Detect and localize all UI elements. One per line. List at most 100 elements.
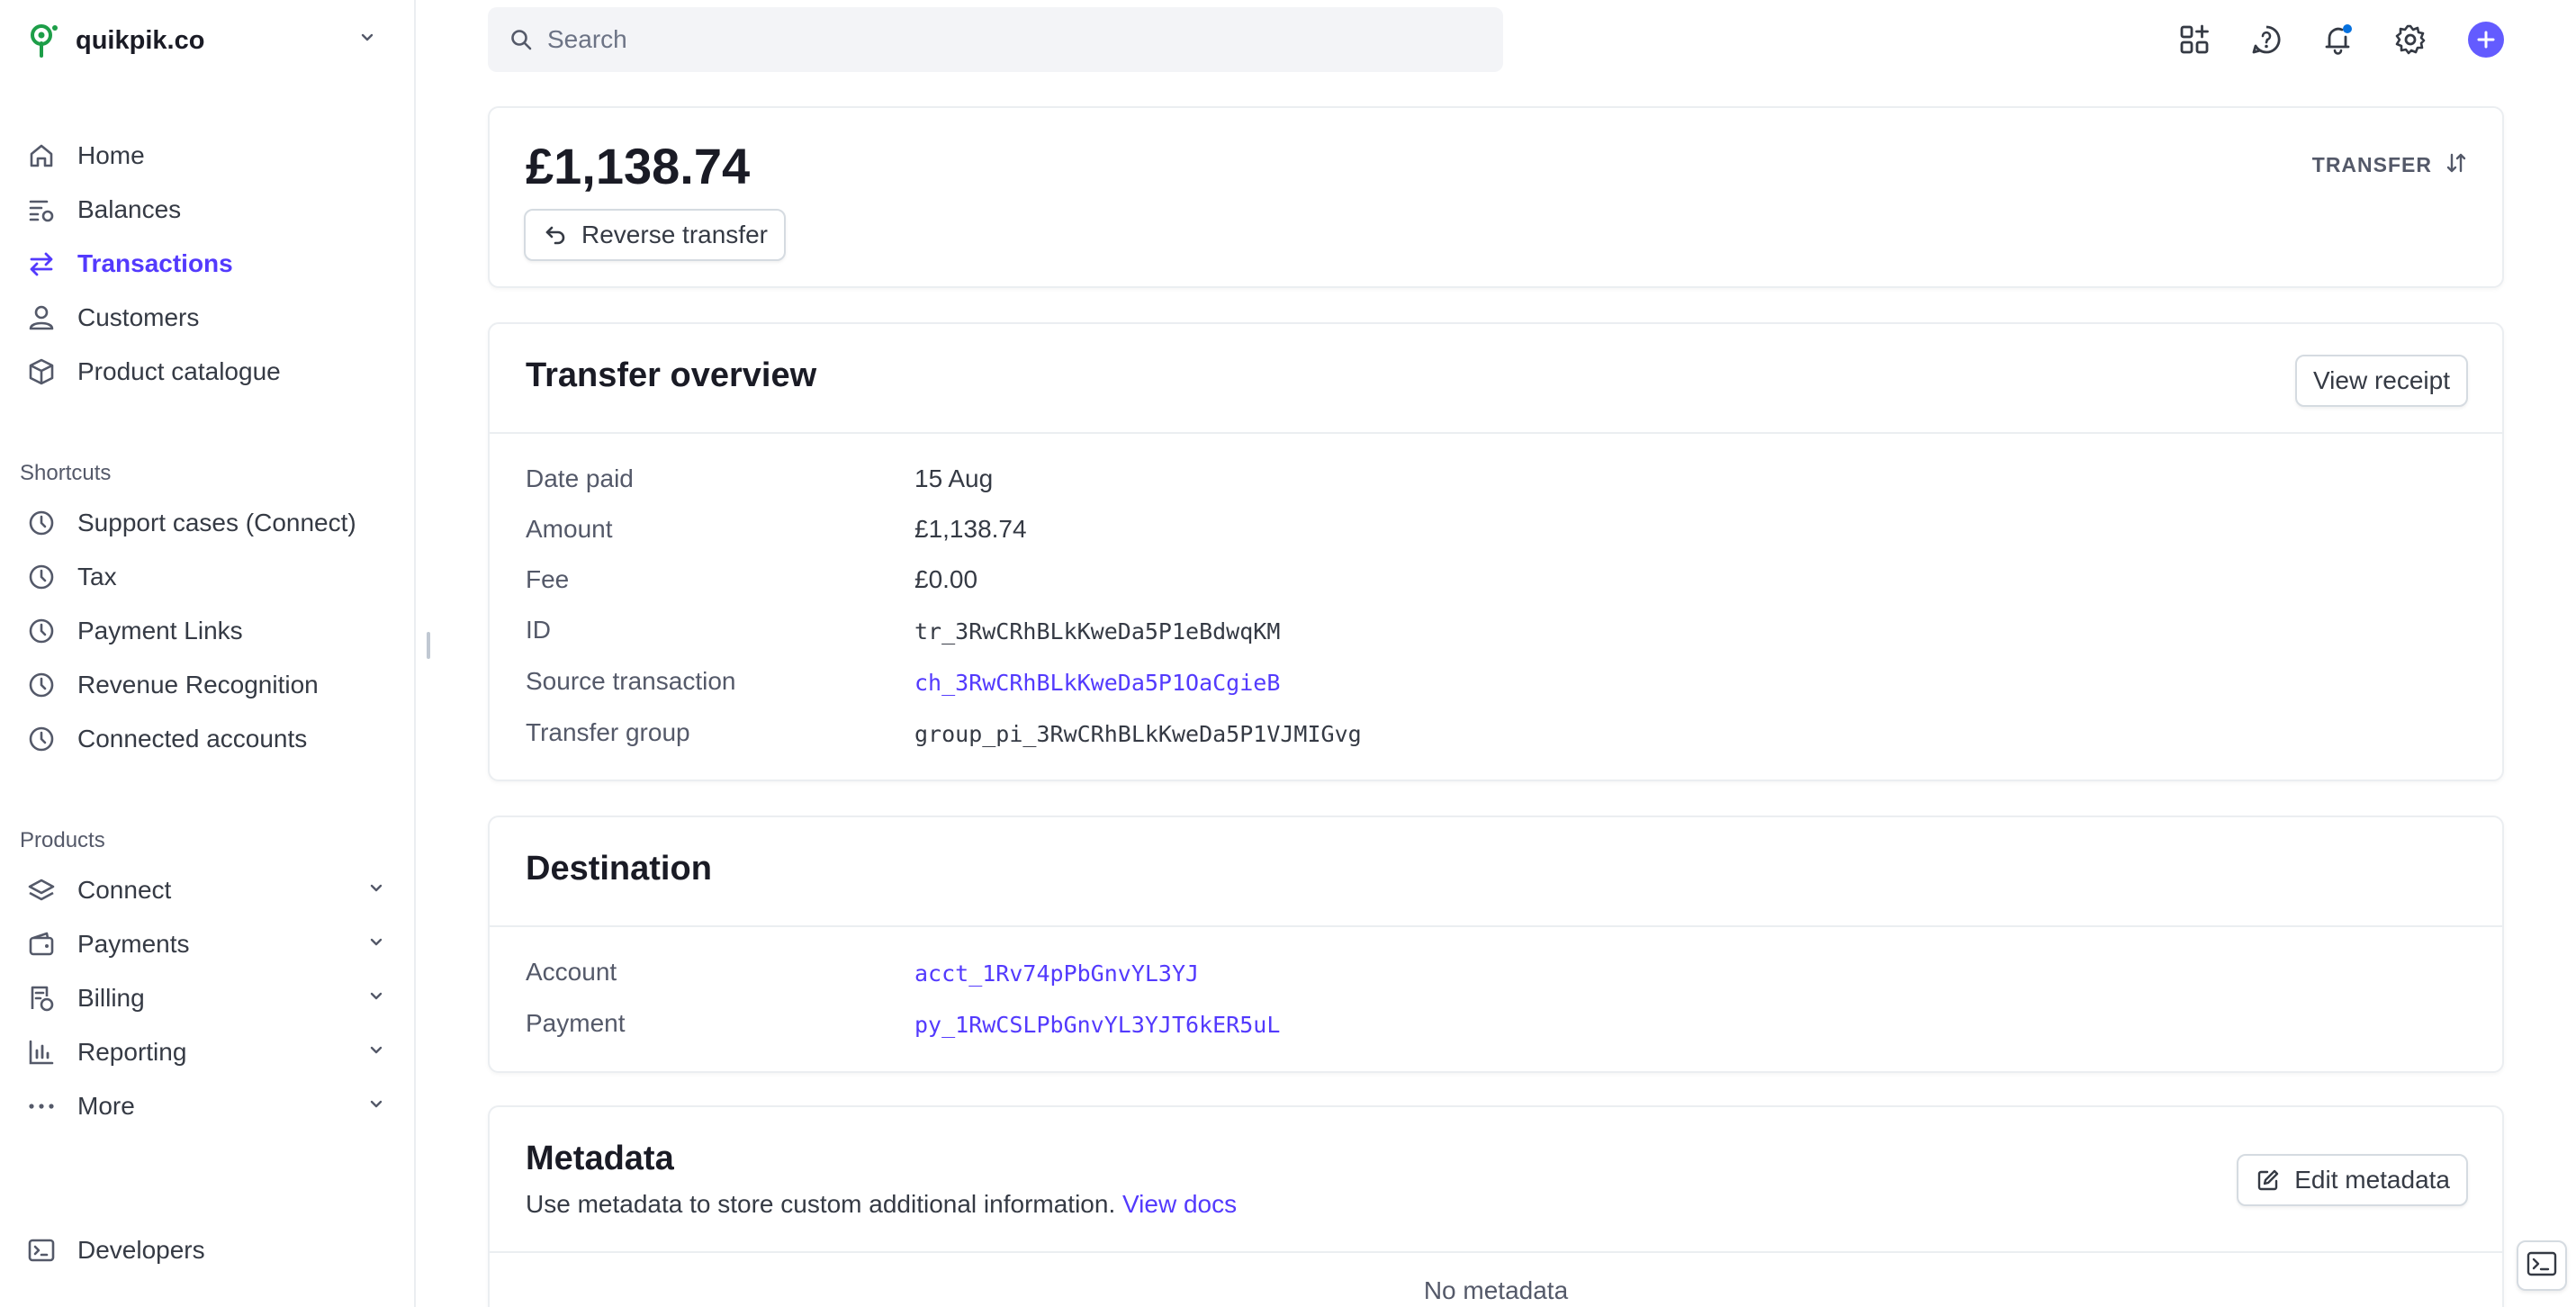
chevron-down-icon[interactable] — [367, 879, 385, 902]
nav-item-label: More — [77, 1092, 135, 1120]
destination-card: Destination Account acct_1Rv74pPbGnvYL3Y… — [488, 816, 2504, 1073]
detail-label: Date paid — [526, 464, 634, 492]
nav-item-more[interactable]: More — [25, 1085, 385, 1128]
view-docs-link[interactable]: View docs — [1122, 1190, 1237, 1218]
detail-label: Account — [526, 958, 617, 986]
transfer-group-value: group_pi_3RwCRhBLkKweDa5P1VJMIGvg — [914, 721, 1362, 747]
nav-item-product-catalogue[interactable]: Product catalogue — [25, 350, 385, 393]
chart-icon — [25, 1036, 58, 1068]
metadata-description-text: Use metadata to store custom additional … — [526, 1190, 1116, 1218]
nav-item-home[interactable]: Home — [25, 134, 385, 177]
layers-icon — [25, 874, 58, 906]
section-title: Metadata — [526, 1140, 674, 1177]
search-input[interactable]: Search — [488, 7, 1503, 72]
detail-label: Source transaction — [526, 667, 736, 695]
search-icon — [508, 26, 535, 53]
nav-item-customers[interactable]: Customers — [25, 296, 385, 339]
clock-icon — [25, 561, 58, 593]
account-name: quikpik.co — [76, 25, 205, 55]
transfer-amount: £1,138.74 — [526, 138, 751, 194]
detail-label: Amount — [526, 515, 613, 543]
settings-icon[interactable] — [2392, 22, 2428, 58]
divider — [490, 925, 2502, 927]
detail-label: Fee — [526, 565, 570, 593]
sidebar: quikpik.co Home Balances Transactions Cu… — [0, 0, 416, 1307]
account-switcher[interactable]: quikpik.co — [25, 20, 376, 61]
amount-value: £1,138.74 — [914, 515, 1027, 543]
clock-icon — [25, 723, 58, 755]
chevron-down-icon[interactable] — [367, 1041, 385, 1064]
chevron-down-icon[interactable] — [367, 987, 385, 1010]
edit-metadata-label: Edit metadata — [2294, 1166, 2450, 1194]
plus-icon[interactable] — [2468, 22, 2504, 58]
section-title: Destination — [526, 850, 712, 888]
transfer-overview-card: Transfer overview View receipt Date paid… — [488, 322, 2504, 781]
clock-icon — [25, 669, 58, 701]
nav-item-label: Connected accounts — [77, 725, 308, 753]
billing-icon — [25, 982, 58, 1014]
shortcut-connected-accounts[interactable]: Connected accounts — [25, 717, 385, 761]
nav-item-label: Revenue Recognition — [77, 671, 319, 699]
reverse-transfer-label: Reverse transfer — [581, 221, 768, 248]
nav-item-label: Payment Links — [77, 617, 243, 644]
nav-item-reporting[interactable]: Reporting — [25, 1031, 385, 1074]
metadata-card: Metadata Use metadata to store custom ad… — [488, 1105, 2504, 1307]
shortcut-support-cases[interactable]: Support cases (Connect) — [25, 501, 385, 545]
shortcuts-heading: Shortcuts — [20, 461, 112, 485]
empty-metadata-text: No metadata — [1423, 1276, 1569, 1304]
transactions-icon — [25, 248, 58, 280]
date-paid-value: 15 Aug — [914, 464, 994, 492]
wallet-icon — [25, 928, 58, 960]
nav-item-label: Developers — [77, 1236, 205, 1264]
destination-payment-link[interactable]: py_1RwCSLPbGnvYL3YJT6kER5uL — [914, 1012, 1280, 1038]
fee-value: £0.00 — [914, 565, 978, 593]
nav-item-label: Home — [77, 141, 145, 169]
nav-item-label: Connect — [77, 876, 172, 904]
section-title: Transfer overview — [526, 356, 817, 394]
shortcut-tax[interactable]: Tax — [25, 555, 385, 599]
nav-item-label: Billing — [77, 984, 145, 1012]
more-icon — [25, 1090, 58, 1122]
clock-icon — [25, 507, 58, 539]
chevron-down-icon[interactable] — [367, 933, 385, 956]
transaction-type-label: TRANSFER — [2311, 153, 2432, 176]
nav-item-label: Support cases (Connect) — [77, 509, 356, 536]
balances-icon — [25, 194, 58, 226]
terminal-icon — [25, 1234, 58, 1266]
nav-item-label: Customers — [77, 303, 200, 331]
source-transaction-link[interactable]: ch_3RwCRhBLkKweDa5P1OaCgieB — [914, 670, 1280, 696]
shortcut-revenue-recognition[interactable]: Revenue Recognition — [25, 663, 385, 707]
nav-item-label: Payments — [77, 930, 190, 958]
edit-metadata-button[interactable]: Edit metadata — [2237, 1154, 2468, 1206]
nav-item-transactions[interactable]: Transactions — [25, 242, 385, 285]
pin-logo-icon — [25, 23, 61, 59]
nav-item-label: Product catalogue — [77, 357, 281, 385]
view-receipt-button[interactable]: View receipt — [2294, 355, 2468, 407]
developer-console-button[interactable] — [2517, 1240, 2567, 1291]
chevron-down-icon[interactable] — [367, 1095, 385, 1118]
home-icon — [25, 140, 58, 172]
nav-item-connect[interactable]: Connect — [25, 869, 385, 912]
help-icon[interactable] — [2248, 22, 2284, 58]
sort-arrows-icon — [2445, 151, 2468, 179]
divider — [490, 432, 2502, 434]
nav-item-developers[interactable]: Developers — [25, 1229, 385, 1272]
nav-item-billing[interactable]: Billing — [25, 977, 385, 1020]
nav-item-balances[interactable]: Balances — [25, 188, 385, 231]
products-heading: Products — [20, 828, 105, 852]
clock-icon — [25, 615, 58, 647]
destination-account-link[interactable]: acct_1Rv74pPbGnvYL3YJ — [914, 960, 1199, 987]
edit-icon — [2255, 1167, 2282, 1194]
reverse-transfer-button[interactable]: Reverse transfer — [524, 209, 786, 261]
box-icon — [25, 356, 58, 388]
nav-item-payments[interactable]: Payments — [25, 923, 385, 966]
apps-icon[interactable] — [2176, 22, 2212, 58]
sidebar-resize-handle[interactable] — [427, 632, 430, 659]
bell-icon[interactable] — [2320, 22, 2356, 58]
detail-label: Transfer group — [526, 718, 690, 746]
shortcut-payment-links[interactable]: Payment Links — [25, 609, 385, 653]
detail-label: Payment — [526, 1009, 626, 1037]
chevron-down-icon[interactable] — [358, 29, 376, 51]
detail-label: ID — [526, 616, 551, 644]
nav-item-label: Reporting — [77, 1038, 187, 1066]
